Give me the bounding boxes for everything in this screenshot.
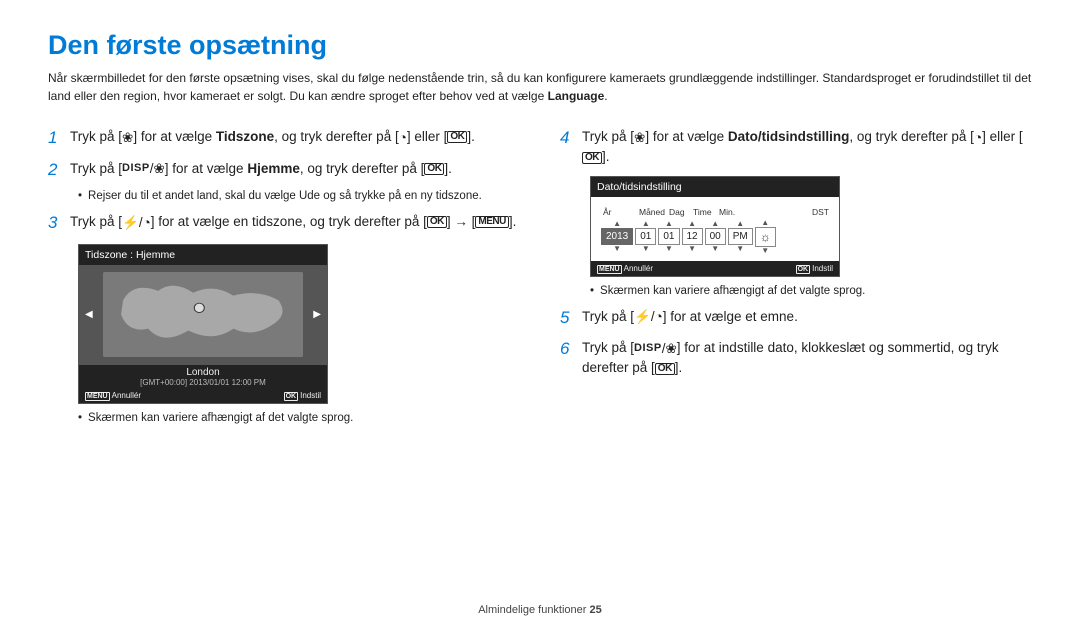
left-column: 1 Tryk på [❀] for at vælge Tidszone, og …: [48, 127, 520, 434]
dt-body: År Måned Dag Time Min. DST ▲2013▼ ▲01▼ ▲…: [591, 197, 839, 261]
down-arrow-icon: ▼: [761, 247, 769, 255]
step-3: 3 Tryk på [⚡/◔] for at vælge en tidszone…: [48, 212, 520, 236]
flower-icon: ❀: [122, 131, 133, 145]
ok-icon: OK: [447, 131, 467, 143]
ok-icon: OK: [582, 152, 602, 164]
flash-icon: ⚡: [122, 216, 139, 230]
down-arrow-icon: ▼: [688, 245, 696, 253]
menu-label-icon: MENU: [597, 265, 622, 274]
flower-icon: ❀: [153, 162, 164, 176]
ok-icon: OK: [424, 163, 444, 175]
menu-icon: MENU: [475, 216, 508, 228]
step-2-note: Rejser du til et andet land, skal du væl…: [78, 190, 520, 202]
screen-footer: MENUAnnullér OKIndstil: [591, 261, 839, 276]
up-arrow-icon: ▲: [613, 220, 621, 228]
day-cell: ▲01▼: [658, 220, 679, 253]
right-column: 4 Tryk på [❀] for at vælge Dato/tidsinds…: [560, 127, 1032, 434]
timer-icon: ◔: [143, 216, 151, 230]
step-number: 4: [560, 125, 582, 151]
dt-labels: År Måned Dag Time Min. DST: [601, 207, 829, 217]
intro-a: Når skærmbilledet for den første opsætni…: [48, 71, 1031, 103]
min-cell: ▲00▼: [705, 220, 726, 253]
flash-icon: ⚡: [634, 310, 651, 324]
step-6: 6 Tryk på [DISP/❀] for at indstille dato…: [560, 338, 1032, 379]
ok-label-icon: OK: [796, 265, 811, 274]
up-arrow-icon: ▲: [711, 220, 719, 228]
down-arrow-icon: ▼: [665, 245, 673, 253]
dst-cell: ▲☼▼: [755, 219, 776, 255]
prev-arrow-icon: ◀: [85, 309, 93, 320]
tz-info: London [GMT+00:00] 2013/01/01 12:00 PM: [79, 365, 327, 388]
page-footer: Almindelige funktioner 25: [0, 604, 1080, 616]
up-arrow-icon: ▲: [665, 220, 673, 228]
down-arrow-icon: ▼: [711, 245, 719, 253]
tz-map: ◀ ▶: [79, 265, 327, 365]
screen-footer: MENUAnnullér OKIndstil: [79, 388, 327, 403]
datetime-screen: Dato/tidsindstilling År Måned Dag Time M…: [590, 176, 840, 277]
hour-cell: ▲12▼: [682, 220, 703, 253]
timezone-screen: Tidszone : Hjemme ◀ ▶ London [GMT+00:00]…: [78, 244, 328, 404]
screen-note: Skærmen kan variere afhængigt af det val…: [78, 412, 520, 424]
step-number: 1: [48, 125, 70, 151]
columns: 1 Tryk på [❀] for at vælge Tidszone, og …: [48, 127, 1032, 434]
menu-label-icon: MENU: [85, 392, 110, 401]
step-4: 4 Tryk på [❀] for at vælge Dato/tidsinds…: [560, 127, 1032, 168]
step-number: 5: [560, 305, 582, 331]
tz-header: Tidszone : Hjemme: [79, 245, 327, 265]
dst-icon: ☼: [755, 227, 776, 247]
next-arrow-icon: ▶: [313, 309, 321, 320]
disp-icon: DISP: [634, 343, 662, 354]
step-number: 2: [48, 157, 70, 183]
flower-icon: ❀: [634, 131, 645, 145]
month-cell: ▲01▼: [635, 220, 656, 253]
ok-icon: OK: [655, 363, 675, 375]
down-arrow-icon: ▼: [613, 245, 621, 253]
dt-row: ▲2013▼ ▲01▼ ▲01▼ ▲12▼ ▲00▼ ▲PM▼ ▲☼▼: [601, 219, 829, 255]
year-cell: ▲2013▼: [601, 220, 633, 253]
timer-icon: ◔: [655, 310, 663, 324]
disp-icon: DISP: [122, 163, 150, 174]
step-5: 5 Tryk på [⚡/◔] for at vælge et emne.: [560, 307, 1032, 331]
screen-note: Skærmen kan variere afhængigt af det val…: [590, 285, 1032, 297]
intro-lang: Language: [548, 89, 605, 103]
up-arrow-icon: ▲: [642, 220, 650, 228]
ok-icon: OK: [427, 216, 447, 228]
down-arrow-icon: ▼: [642, 245, 650, 253]
step-number: 3: [48, 210, 70, 236]
timer-icon: ◔: [974, 131, 982, 145]
ampm-cell: ▲PM▼: [728, 220, 753, 253]
intro-text: Når skærmbilledet for den første opsætni…: [48, 69, 1032, 105]
dt-header: Dato/tidsindstilling: [591, 177, 839, 197]
ok-label-icon: OK: [284, 392, 299, 401]
world-map: [103, 272, 304, 357]
step-number: 6: [560, 336, 582, 362]
up-arrow-icon: ▲: [736, 220, 744, 228]
flower-icon: ❀: [665, 342, 676, 356]
up-arrow-icon: ▲: [688, 220, 696, 228]
step-2: 2 Tryk på [DISP/❀] for at vælge Hjemme, …: [48, 159, 520, 183]
timer-icon: ◔: [399, 131, 407, 145]
page-title: Den første opsætning: [48, 30, 1032, 61]
step-1: 1 Tryk på [❀] for at vælge Tidszone, og …: [48, 127, 520, 151]
down-arrow-icon: ▼: [736, 245, 744, 253]
up-arrow-icon: ▲: [761, 219, 769, 227]
